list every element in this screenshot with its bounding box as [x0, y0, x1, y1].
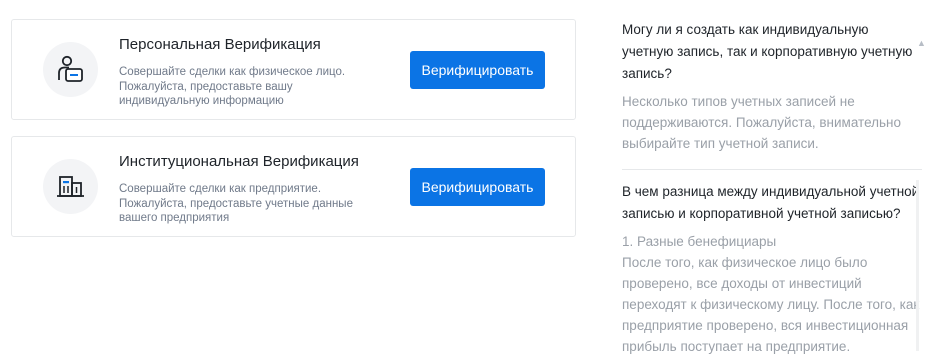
scroll-up-icon[interactable]: ▲ [917, 38, 925, 48]
user-id-icon [43, 42, 98, 97]
faq-answer-point: 1. Разные бенефициары [622, 234, 777, 249]
faq-question: В чем разница между индивидуальной учетн… [622, 184, 920, 221]
institutional-verification-card: Институциональная Верификация Совершайте… [11, 136, 576, 237]
faq-item: Могу ли я создать как индивидуальную уче… [622, 19, 922, 154]
personal-verification-card: Персональная Верификация Совершайте сдел… [11, 19, 576, 120]
scrollbar-track[interactable] [916, 180, 919, 351]
personal-verification-title: Персональная Верификация [119, 36, 321, 53]
personal-verification-description: Совершайте сделки как физическое лицо. П… [119, 66, 346, 107]
institutional-verification-title: Институциональная Верификация [119, 153, 359, 170]
faq-question: Могу ли я создать как индивидуальную уче… [622, 22, 913, 81]
institutional-verify-button[interactable]: Верифицировать [410, 168, 545, 206]
institutional-verification-description: Совершайте сделки как предприятие. Пожал… [119, 183, 353, 224]
faq-divider [622, 169, 922, 170]
faq-answer: Несколько типов учетных записей не подде… [622, 94, 901, 151]
building-icon [43, 159, 98, 214]
faq-item: В чем разница между индивидуальной учетн… [622, 181, 922, 357]
personal-verify-button[interactable]: Верифицировать [410, 51, 545, 89]
faq-answer: После того, как физическое лицо было про… [622, 255, 920, 354]
